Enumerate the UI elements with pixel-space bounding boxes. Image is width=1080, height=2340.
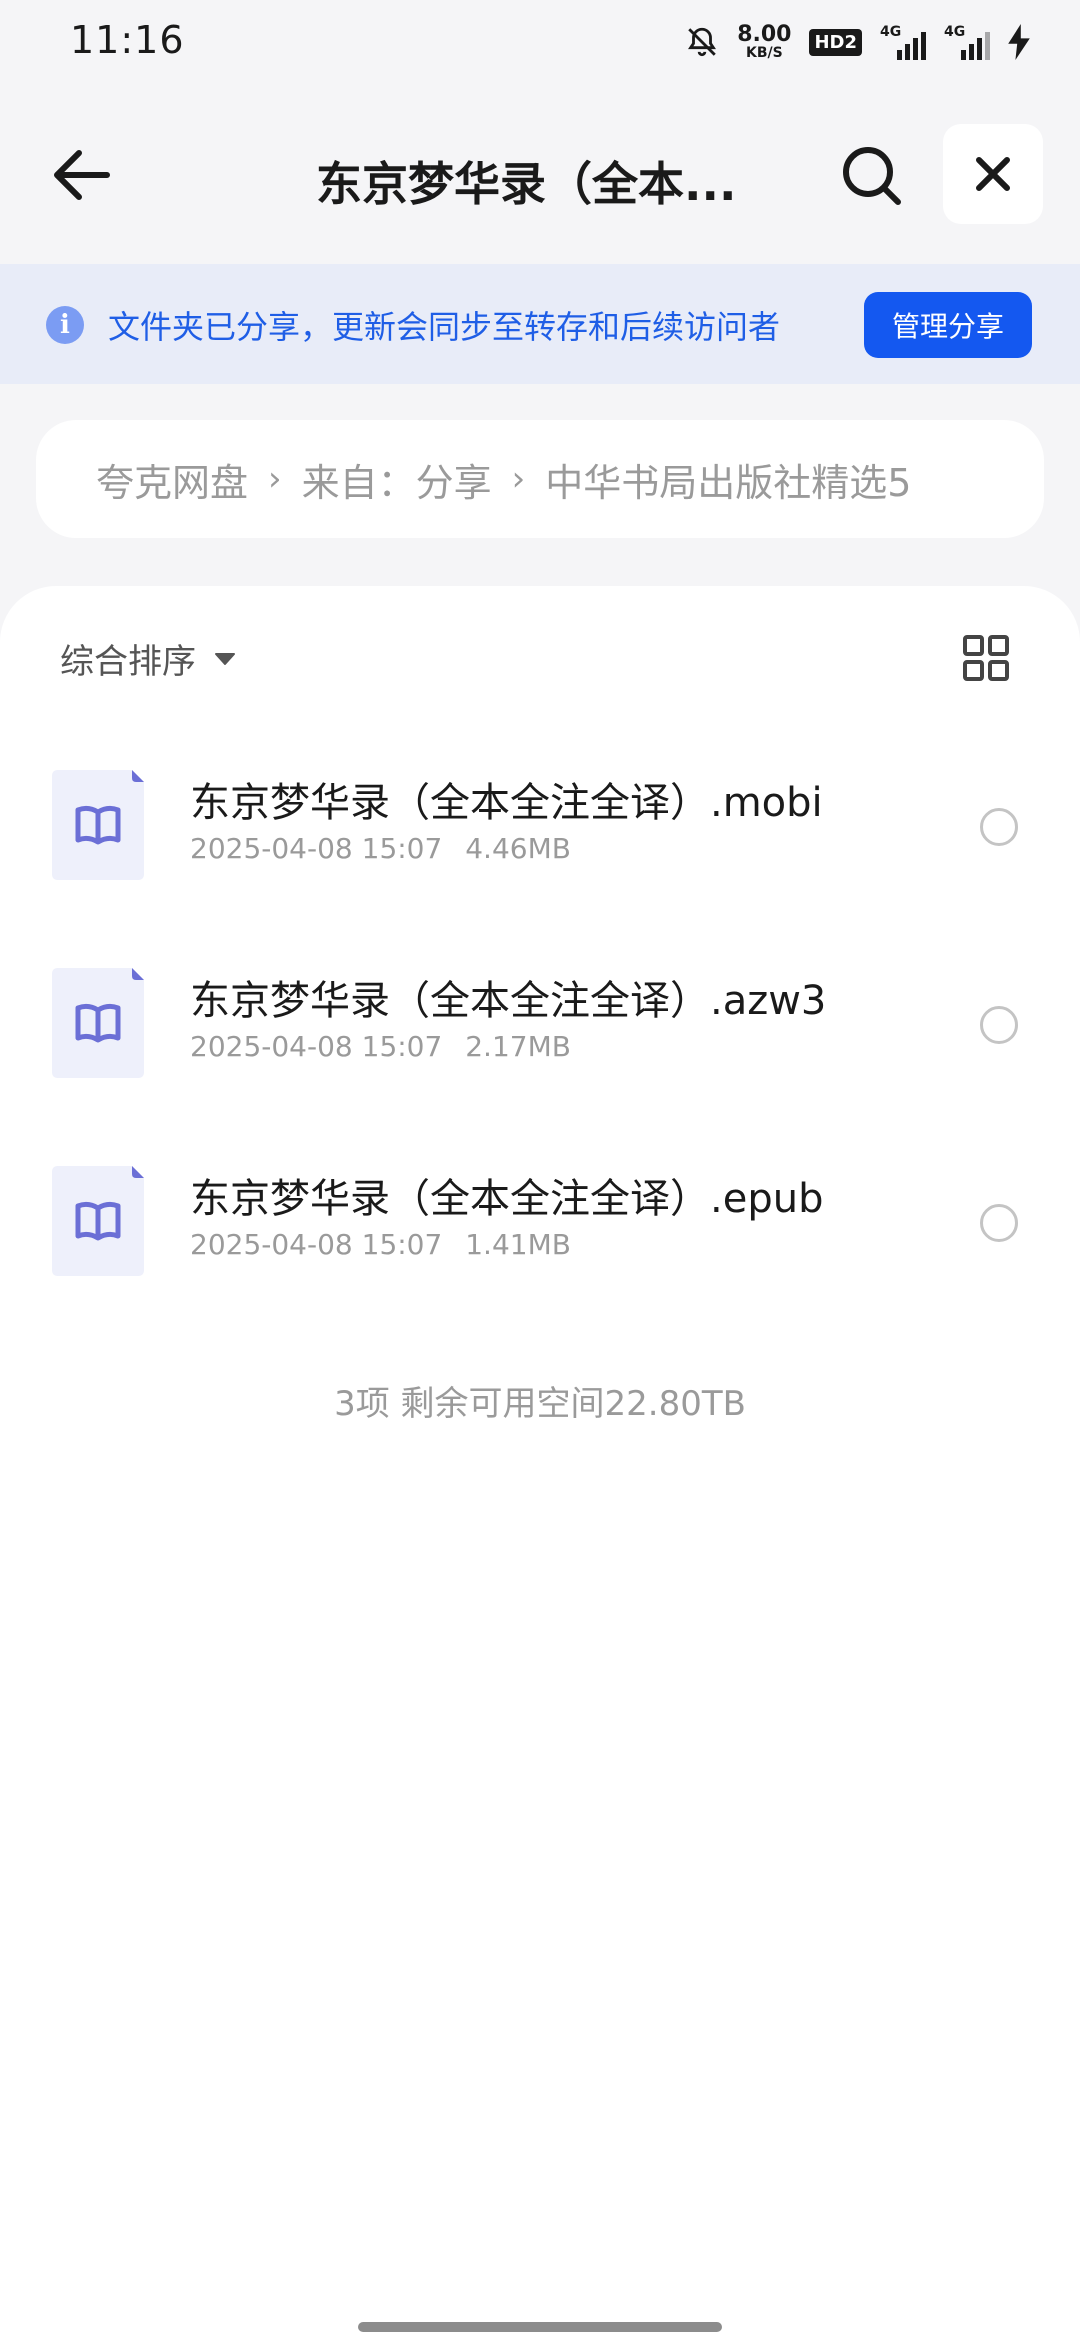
- breadcrumb-item-shared[interactable]: 来自：分享: [302, 452, 492, 507]
- cell-signal-icon: 4G: [944, 24, 990, 60]
- cell-signal-icon: 4G: [880, 24, 926, 60]
- file-date: 2025-04-08 15:07: [190, 832, 443, 865]
- file-meta: 2025-04-08 15:07 1.41MB: [190, 1228, 571, 1261]
- sort-dropdown[interactable]: 综合排序: [60, 634, 236, 683]
- chevron-right-icon: ›: [511, 459, 526, 499]
- network-speed-unit: KB/S: [745, 45, 783, 61]
- breadcrumb: 夸克网盘 › 来自：分享 › 中华书局出版社精选5: [36, 420, 1044, 538]
- select-radio[interactable]: [980, 808, 1018, 846]
- back-button[interactable]: [46, 142, 116, 208]
- ebook-file-icon: [52, 1166, 144, 1276]
- home-indicator[interactable]: [358, 2322, 722, 2332]
- ebook-file-icon: [52, 770, 144, 880]
- info-icon: i: [46, 306, 84, 344]
- header: 东京梦华录（全本...: [0, 122, 1080, 228]
- share-notice-text: 文件夹已分享，更新会同步至转存和后续访问者: [108, 308, 781, 346]
- file-size: 2.17MB: [465, 1030, 571, 1063]
- arrow-left-icon: [54, 150, 110, 200]
- grid-view-icon: [963, 635, 1009, 681]
- file-name: 东京梦华录（全本全注全译）.azw3: [190, 978, 827, 1024]
- hd-badge: HD2: [809, 28, 862, 56]
- chevron-right-icon: ›: [268, 459, 282, 499]
- ebook-file-icon: [52, 968, 144, 1078]
- file-row[interactable]: 东京梦华录（全本全注全译）.azw3 2025-04-08 15:07 2.17…: [0, 948, 1080, 1098]
- file-row[interactable]: 东京梦华录（全本全注全译）.epub 2025-04-08 15:07 1.41…: [0, 1146, 1080, 1296]
- search-icon: [843, 147, 901, 205]
- file-meta: 2025-04-08 15:07 4.46MB: [190, 832, 571, 865]
- sort-label: 综合排序: [60, 642, 196, 682]
- file-list-panel: 综合排序 东京梦华录（全本全注全译）.mobi 2025-04-08 15:07…: [0, 586, 1080, 2340]
- file-date: 2025-04-08 15:07: [190, 1228, 443, 1261]
- file-name: 东京梦华录（全本全注全译）.mobi: [190, 780, 823, 826]
- share-banner: i 文件夹已分享，更新会同步至转存和后续访问者 管理分享: [0, 264, 1080, 384]
- manage-share-button[interactable]: 管理分享: [864, 292, 1032, 358]
- file-name: 东京梦华录（全本全注全译）.epub: [190, 1176, 824, 1222]
- status-icons: 8.00 KB/S HD2 4G 4G: [685, 20, 1030, 64]
- close-button[interactable]: [943, 124, 1043, 224]
- network-speed-value: 8.00: [737, 22, 792, 47]
- select-radio[interactable]: [980, 1006, 1018, 1044]
- select-radio[interactable]: [980, 1204, 1018, 1242]
- grid-view-button[interactable]: [962, 634, 1010, 682]
- breadcrumb-item-root[interactable]: 夸克网盘: [96, 452, 248, 507]
- status-bar: 11:16 8.00 KB/S HD2 4G 4G: [0, 0, 1080, 80]
- caret-down-icon: [215, 652, 235, 665]
- search-button[interactable]: [835, 142, 907, 208]
- file-size: 1.41MB: [465, 1228, 571, 1261]
- status-time: 11:16: [70, 18, 185, 62]
- storage-summary: 3项 剩余可用空间22.80TB: [334, 1384, 746, 1424]
- file-date: 2025-04-08 15:07: [190, 1030, 443, 1063]
- file-meta: 2025-04-08 15:07 2.17MB: [190, 1030, 571, 1063]
- file-row[interactable]: 东京梦华录（全本全注全译）.mobi 2025-04-08 15:07 4.46…: [0, 750, 1080, 900]
- bell-off-icon: [685, 25, 719, 59]
- breadcrumb-item-current[interactable]: 中华书局出版社精选5: [545, 452, 911, 507]
- charging-icon: [1008, 24, 1030, 60]
- close-icon: [976, 157, 1010, 191]
- file-size: 4.46MB: [465, 832, 571, 865]
- page-title: 东京梦华录（全本...: [316, 157, 737, 211]
- network-speed: 8.00 KB/S: [737, 22, 792, 61]
